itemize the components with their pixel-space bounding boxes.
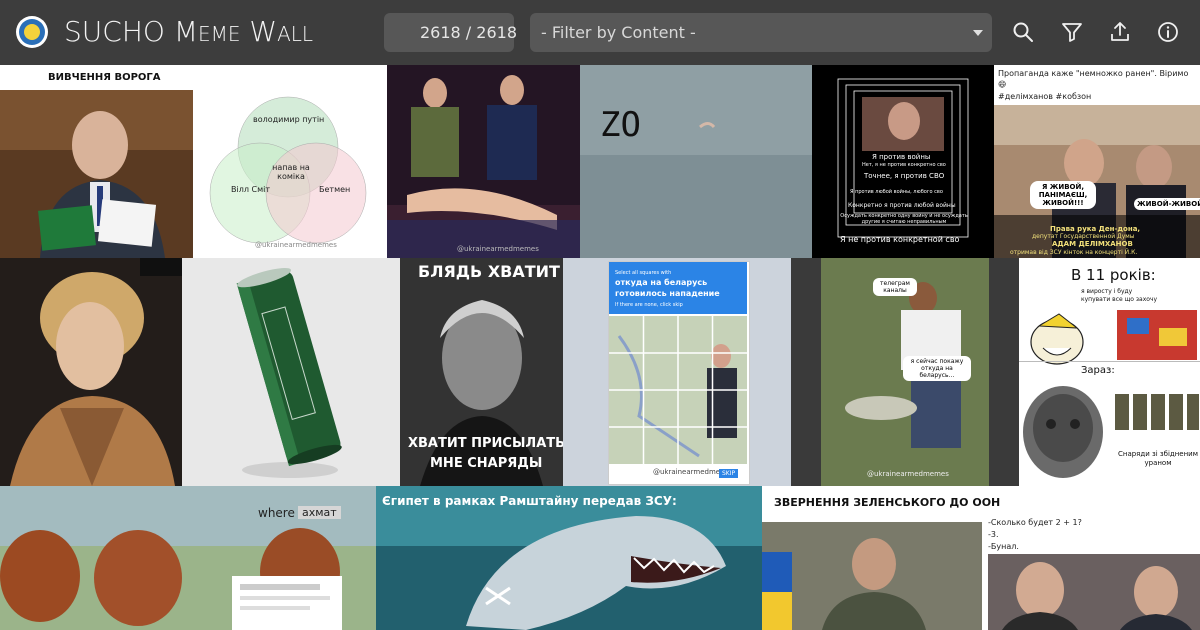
meme-caption: ВИВЧЕННЯ ВОРОГА bbox=[48, 72, 161, 83]
meme-tile-royal-portrait[interactable] bbox=[0, 258, 182, 486]
speech-bubble-show: я сейчас покажу откуда на беларусь… bbox=[903, 356, 971, 381]
meme-counter[interactable]: 2618 / 2618 bbox=[384, 13, 517, 52]
meme-now: Зараз: bbox=[1081, 365, 1115, 376]
funnel-icon[interactable] bbox=[1060, 20, 1084, 44]
watermark: @ukrainearmedmemes bbox=[255, 241, 337, 249]
sea-image bbox=[580, 65, 812, 258]
meme-caption: ЗВЕРНЕННЯ ЗЕЛЕНСЬКОГО ДО ООН bbox=[774, 496, 1001, 509]
content-filter-value: - Filter by Content - bbox=[541, 23, 696, 42]
two-men-photo bbox=[988, 554, 1200, 630]
happy-kid-and-toys bbox=[1030, 310, 1197, 365]
dialog-line-2: -3. bbox=[988, 530, 999, 539]
watermark: @ukrainearmedmemes bbox=[457, 245, 539, 253]
logo-core bbox=[24, 24, 40, 40]
meme-ammo-caption: Снаряди зі збідненим ураном bbox=[1117, 450, 1199, 467]
meme-tile-green-can[interactable] bbox=[182, 258, 400, 486]
meme-tags: #делімханов #кобзон bbox=[998, 92, 1092, 101]
venn-label-center: напав на коміка bbox=[272, 163, 310, 181]
venn-label-will-smith: Вілл Сміт bbox=[231, 185, 270, 194]
captcha-line-3: готовилось нападение bbox=[615, 289, 720, 298]
search-icon[interactable] bbox=[1011, 20, 1035, 44]
info-icon[interactable] bbox=[1156, 20, 1180, 44]
bottom-line-3: АДАМ ДЕЛІМХАНОВ bbox=[1052, 240, 1133, 248]
sad-wojak-and-shells bbox=[1023, 386, 1199, 478]
meme-tile-telegram-channels[interactable]: телеграм каналы я сейчас покажу откуда н… bbox=[791, 258, 1019, 486]
content-filter-select[interactable]: - Filter by Content - bbox=[530, 13, 992, 52]
demotivator-line-1: Я против войны bbox=[872, 153, 931, 161]
watermark: @ukrainearmedmemes bbox=[867, 470, 949, 478]
meme-tile-egypt-shark[interactable]: Єгипет в рамках Рамштайну передав ЗСУ: bbox=[376, 486, 762, 630]
meme-caption: ZO bbox=[600, 105, 641, 145]
upload-icon[interactable] bbox=[1108, 20, 1132, 44]
putin-reading-image bbox=[0, 90, 193, 258]
meme-tile-demotivator-stack[interactable]: Я против войны Нет, я не против конкретн… bbox=[812, 65, 994, 258]
zelensky-photo bbox=[762, 522, 982, 630]
bottom-line-4: отримав від ЗСУ кінток на концерті Й.К. bbox=[1010, 249, 1138, 256]
meme-tile-venn-diagram[interactable]: володимир путін Вілл Сміт Бетмен напав н… bbox=[193, 65, 387, 258]
meme-tile-zelensky-un[interactable]: ЗВЕРНЕННЯ ЗЕЛЕНСЬКОГО ДО ООН -Сколько бу… bbox=[762, 486, 1200, 630]
top-bar: SUCHO Meme Wall 2618 / 2618 - Filter by … bbox=[0, 0, 1200, 65]
app-title-prefix: SUCHO bbox=[64, 15, 165, 48]
captcha-map-grid bbox=[609, 316, 747, 464]
green-can-image bbox=[182, 258, 400, 486]
royal-portrait-image bbox=[0, 258, 182, 486]
meme-tile-where-akhmat[interactable]: where ахмат bbox=[0, 486, 376, 630]
demotivator-line-3: Точнее, я против СВО bbox=[864, 172, 945, 180]
speech-bubble-telegram: телеграм каналы bbox=[873, 278, 917, 296]
meme-where: where bbox=[258, 506, 295, 520]
venn-label-putin: володимир путін bbox=[253, 115, 325, 124]
speech-bubble-2: ЖИВОЙ-ЖИВОЙ… bbox=[1134, 198, 1200, 210]
sucho-logo[interactable] bbox=[16, 16, 48, 48]
meme-bottom-text-1: ХВАТИТ ПРИСЫЛАТЬ bbox=[408, 436, 563, 451]
captcha-line-2: откуда на беларусь bbox=[615, 278, 708, 287]
demotivator-line-6: Осуждать конкретно одну войну и не осужд… bbox=[840, 213, 968, 225]
meme-title: В 11 років: bbox=[1071, 266, 1156, 284]
captcha-line-4: If there are none, click skip bbox=[615, 302, 683, 308]
bottom-line-2: депутат Государственной Думы bbox=[1032, 233, 1135, 240]
venn-label-batman: Бетмен bbox=[319, 185, 351, 194]
dialog-line-1: -Сколько будет 2 + 1? bbox=[988, 518, 1082, 527]
meme-bottom-text-2: МНЕ СНАРЯДЫ bbox=[430, 456, 543, 471]
demotivator-line-4: Я против любой войны, любого сво bbox=[850, 189, 943, 195]
captcha-skip-button[interactable]: SKIP bbox=[719, 469, 739, 478]
meme-tile-studying-enemy[interactable]: ВИВЧЕННЯ ВОРОГА bbox=[0, 65, 193, 258]
demotivator-bottom: Я не против конкретной сво bbox=[840, 235, 960, 244]
meme-tile-at-11-years[interactable]: В 11 років: я виросту і буду купувати вс… bbox=[1019, 258, 1200, 486]
meme-tile-captcha[interactable]: Select all squares with откуда на белару… bbox=[563, 258, 791, 486]
divider bbox=[1019, 361, 1200, 362]
stage-photo-image bbox=[387, 65, 580, 258]
meme-tile-stage-photo[interactable]: @ukrainearmedmemes bbox=[387, 65, 580, 258]
meme-tile-wagner-enough[interactable]: БЛЯДЬ ХВАТИТ ХВАТИТ ПРИСЫЛАТЬ МНЕ СНАРЯД… bbox=[400, 258, 563, 486]
app-title-rest: Meme Wall bbox=[173, 15, 314, 48]
meme-tile-propaganda-wounded[interactable]: Пропаганда каже "немножко ранен". Віримо… bbox=[994, 65, 1200, 258]
venn-diagram bbox=[209, 96, 367, 244]
captcha-line-1: Select all squares with bbox=[615, 270, 672, 276]
meme-caption: Єгипет в рамках Рамштайну передав ЗСУ: bbox=[382, 494, 677, 508]
chevron-down-icon bbox=[973, 30, 983, 36]
demotivator-line-5: Конкретно я против любой войны bbox=[848, 202, 956, 209]
meme-top-text: БЛЯДЬ ХВАТИТ bbox=[418, 262, 560, 281]
dialog-line-3: -Бунал. bbox=[988, 542, 1019, 551]
app-title: SUCHO Meme Wall bbox=[64, 12, 313, 52]
meme-text: Пропаганда каже "немножко ранен". Віримо… bbox=[998, 69, 1189, 89]
meme-tile-zo-water[interactable]: ZO bbox=[580, 65, 812, 258]
demotivator-line-2: Нет, я не против конкретно сво bbox=[862, 162, 946, 168]
meme-akhmat-label: ахмат bbox=[298, 506, 341, 519]
bottom-line-1: Права рука Ден-дона, bbox=[1050, 225, 1141, 233]
wagner-portrait bbox=[400, 258, 563, 486]
meme-subtitle: я виросту і буду купувати все що захочу bbox=[1081, 288, 1158, 303]
speech-bubble-1: Я ЖИВОЙ, ПАНІМАЄШ, ЖИВОЙ!!! bbox=[1030, 181, 1096, 209]
